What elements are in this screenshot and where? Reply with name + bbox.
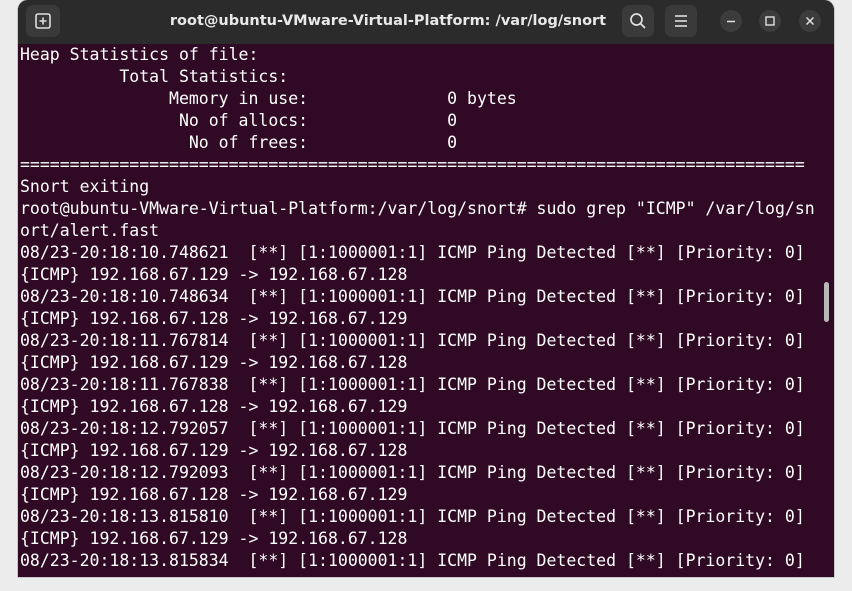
terminal-line: {ICMP} 192.168.67.129 -> 192.168.67.128 (20, 353, 408, 372)
terminal-line: 08/23-20:18:12.792057 [**] [1:1000001:1]… (20, 419, 805, 438)
scrollbar-thumb[interactable] (824, 282, 829, 322)
terminal-line: 08/23-20:18:12.792093 [**] [1:1000001:1]… (20, 463, 805, 482)
terminal-line: 08/23-20:18:11.767838 [**] [1:1000001:1]… (20, 375, 805, 394)
window-title: root@ubuntu-VMware-Virtual-Platform: /va… (169, 13, 607, 29)
terminal-output[interactable]: Heap Statistics of file: Total Statistic… (18, 44, 828, 577)
terminal-line: No of frees: 0 (20, 133, 458, 152)
terminal-line: Snort exiting (20, 177, 150, 196)
new-tab-icon (35, 13, 51, 29)
terminal-line: root@ubuntu-VMware-Virtual-Platform:/var… (20, 199, 815, 218)
terminal-line: {ICMP} 192.168.67.129 -> 192.168.67.128 (20, 265, 408, 284)
terminal-line: Heap Statistics of file: (20, 45, 259, 64)
close-icon (805, 16, 815, 26)
minimize-button[interactable] (720, 10, 742, 32)
terminal-line: ========================================… (20, 155, 805, 174)
terminal-line: {ICMP} 192.168.67.128 -> 192.168.67.129 (20, 309, 408, 328)
terminal-line: {ICMP} 192.168.67.129 -> 192.168.67.128 (20, 529, 408, 548)
terminal-line: 08/23-20:18:10.748621 [**] [1:1000001:1]… (20, 243, 805, 262)
terminal-window[interactable]: root@ubuntu-VMware-Virtual-Platform: /va… (18, 0, 834, 577)
terminal-line: 08/23-20:18:13.815810 [**] [1:1000001:1]… (20, 507, 805, 526)
desktop-background: root@ubuntu-VMware-Virtual-Platform: /va… (0, 0, 852, 591)
terminal-line: ort/alert.fast (20, 221, 160, 240)
minimize-icon (727, 20, 735, 23)
terminal-line: No of allocs: 0 (20, 111, 458, 130)
new-tab-button[interactable] (26, 5, 60, 37)
close-button[interactable] (799, 10, 821, 32)
terminal-line: {ICMP} 192.168.67.129 -> 192.168.67.128 (20, 441, 408, 460)
hamburger-menu-icon (675, 15, 687, 27)
terminal-line: 08/23-20:18:10.748634 [**] [1:1000001:1]… (20, 287, 805, 306)
terminal-line: Total Statistics: (20, 67, 289, 86)
menu-button[interactable] (665, 5, 697, 37)
search-button[interactable] (622, 5, 654, 37)
terminal-line: {ICMP} 192.168.67.128 -> 192.168.67.129 (20, 397, 408, 416)
title-bar[interactable]: root@ubuntu-VMware-Virtual-Platform: /va… (18, 0, 834, 44)
terminal-line: Memory in use: 0 bytes (20, 89, 517, 108)
search-icon (630, 13, 646, 29)
terminal-line: 08/23-20:18:11.767814 [**] [1:1000001:1]… (20, 331, 805, 350)
terminal-line: {ICMP} 192.168.67.128 -> 192.168.67.129 (20, 485, 408, 504)
terminal-line: 08/23-20:18:13.815834 [**] [1:1000001:1]… (20, 551, 805, 570)
maximize-button[interactable] (759, 10, 781, 32)
maximize-icon (765, 16, 775, 26)
